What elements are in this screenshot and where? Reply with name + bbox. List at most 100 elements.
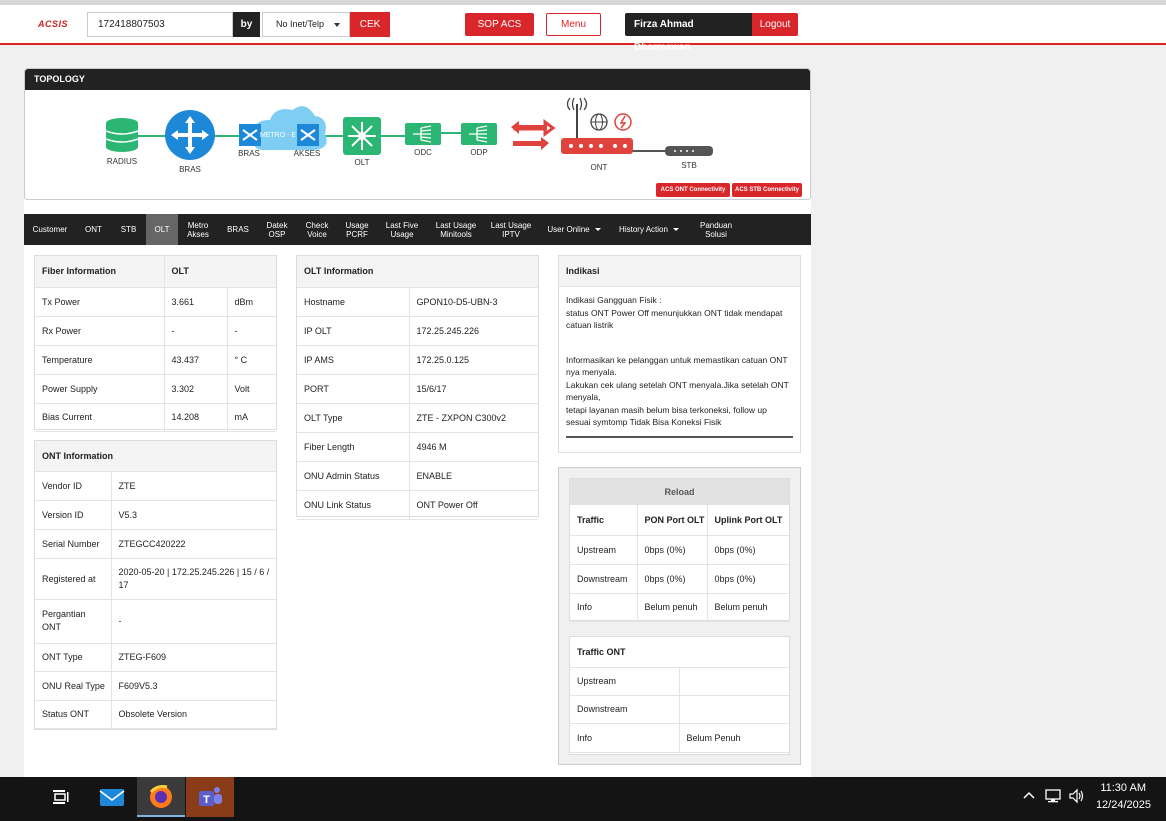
olt-information-panel: OLT Information Hostname GPON10-D5-UBN-3 …: [296, 255, 539, 520]
traffic-ont-value: [678, 667, 789, 696]
olt-value: ONT Power Off: [408, 490, 538, 520]
odp-label: ODP: [470, 148, 487, 157]
network-icon[interactable]: [1044, 789, 1062, 803]
tab-check-voice[interactable]: Check Voice: [296, 214, 338, 245]
table-row: ONU Real Type F609V5.3: [35, 671, 276, 701]
traffic-header: Uplink Port OLT: [706, 505, 789, 536]
tab-user-online[interactable]: User Online: [538, 214, 610, 245]
tab-olt[interactable]: OLT: [146, 214, 178, 245]
ont-label: ONT Type: [35, 643, 111, 672]
table-row: Temperature 43.437 ° C: [35, 345, 276, 375]
tab-customer[interactable]: Customer: [24, 214, 76, 245]
main-content: TOPOLOGY RADIUS BRAS METRO - E BRAS AKSE…: [24, 68, 811, 778]
traffic-ont-title: Traffic ONT: [570, 637, 789, 668]
table-row: PORT 15/6/17: [297, 374, 538, 404]
tab-last-usage-minitools-label: Last Usage Minitools: [435, 220, 477, 239]
traffic-label: Info: [570, 593, 637, 622]
clock-time[interactable]: 11:30 AM: [1100, 782, 1146, 794]
traffic-ont-label: Downstream: [570, 695, 679, 724]
ont-value: V5.3: [110, 500, 276, 530]
traffic-header: PON Port OLT: [636, 505, 707, 536]
olt-label: ONU Link Status: [297, 490, 409, 520]
volume-icon[interactable]: [1068, 788, 1086, 804]
clock-date[interactable]: 12/24/2025: [1096, 799, 1151, 811]
ont-information-panel: ONT Information Vendor ID ZTE Version ID V…: [34, 440, 277, 730]
fiber-label: Tx Power: [35, 287, 164, 317]
tab-last-usage-minitools[interactable]: Last Usage Minitools: [428, 214, 484, 245]
logout-button[interactable]: Logout: [752, 13, 798, 36]
ont-value: -: [110, 599, 276, 644]
tab-stb[interactable]: STB: [111, 214, 146, 245]
search-type-value: No Inet/Telp: [276, 19, 325, 29]
mail-icon[interactable]: [88, 777, 136, 817]
traffic-ont-box: Traffic ONT Upstream Downstream Info Belu…: [569, 636, 790, 755]
stb-label: STB: [681, 161, 697, 170]
tab-metro-akses[interactable]: Metro Akses: [178, 214, 218, 245]
olt-label: ONU Admin Status: [297, 461, 409, 491]
acs-stb-connectivity-button[interactable]: ACS STB Connectivity: [732, 183, 802, 197]
search-input[interactable]: [87, 12, 233, 37]
chevron-up-icon[interactable]: [1022, 789, 1036, 803]
table-row: ONU Admin Status ENABLE: [297, 461, 538, 491]
firefox-icon[interactable]: [137, 777, 185, 817]
olt-label: Fiber Length: [297, 432, 409, 462]
sop-acs-button[interactable]: SOP ACS: [465, 13, 534, 36]
tab-check-voice-label: Check Voice: [305, 220, 329, 239]
tab-bar: Customer ONT STB OLT Metro Akses BRAS Da…: [24, 214, 811, 245]
odc-label: ODC: [414, 148, 432, 157]
reload-button[interactable]: Reload: [570, 479, 789, 505]
table-row: IP AMS 172.25.0.125: [297, 345, 538, 375]
menu-button[interactable]: Menu: [546, 13, 601, 36]
tab-last-usage-iptv-label: Last Usage IPTV: [490, 220, 532, 239]
radius-label: RADIUS: [107, 157, 137, 166]
tab-panduan-solusi[interactable]: Panduan Solusi: [688, 214, 744, 245]
topology-panel: TOPOLOGY RADIUS BRAS METRO - E BRAS AKSE…: [24, 68, 811, 200]
ont-label: Version ID: [35, 500, 111, 530]
tab-history-action-label: History Action: [619, 225, 668, 234]
table-row: Rx Power - -: [35, 316, 276, 346]
tab-ont[interactable]: ONT: [76, 214, 111, 245]
metro-label: METRO - E: [260, 132, 296, 139]
fiber-info-title: Fiber Information: [35, 256, 164, 288]
ont-label: Pergantian ONT: [35, 599, 111, 644]
cek-button[interactable]: CEK: [350, 12, 390, 37]
olt-info-title: OLT Information: [297, 256, 538, 288]
tab-datek-osp[interactable]: Datek OSP: [258, 214, 296, 245]
ont-value: ZTEG-F609: [110, 643, 276, 672]
task-view-icon[interactable]: [36, 777, 84, 817]
olt-value: ZTE - ZXPON C300v2: [408, 403, 538, 433]
odp-icon: [461, 123, 497, 145]
ont-value: 2020-05-20 | 172.25.245.226 | 15 / 6 / 1…: [110, 558, 276, 600]
search-type-select[interactable]: No Inet/Telp: [262, 12, 350, 37]
app-logo[interactable]: ACSIS: [38, 19, 68, 29]
tab-bras[interactable]: BRAS: [218, 214, 258, 245]
indikasi-text: Lakukan cek ulang setelah ONT menyala.Ji…: [566, 379, 789, 403]
table-row: Serial Number ZTEGCC420222: [35, 529, 276, 559]
tab-last-usage-iptv[interactable]: Last Usage IPTV: [484, 214, 538, 245]
teams-icon[interactable]: T: [186, 777, 234, 817]
tab-last-five-usage-label: Last Five Usage: [385, 220, 419, 239]
traffic-header: Traffic: [570, 505, 637, 536]
divider: [566, 435, 793, 438]
acs-ont-connectivity-button[interactable]: ACS ONT Connectivity: [656, 183, 730, 197]
traffic-panel: Reload Traffic PON Port OLT Uplink Port …: [558, 467, 801, 765]
traffic-label: Downstream: [570, 564, 637, 594]
table-row: Vendor ID ZTE: [35, 471, 276, 501]
table-row: Hostname GPON10-D5-UBN-3: [297, 287, 538, 317]
user-name: Firza Ahmad Dharmawan: [625, 13, 752, 53]
os-taskbar: T 11:30 AM 12/24/2025: [0, 777, 1166, 821]
table-row: Downstream 0bps (0%) 0bps (0%): [570, 564, 789, 594]
indikasi-title: Indikasi: [559, 256, 800, 287]
table-row: OLT Type ZTE - ZXPON C300v2: [297, 403, 538, 433]
fiber-unit: ° C: [226, 345, 276, 375]
tab-usage-pcrf[interactable]: Usage PCRF: [338, 214, 376, 245]
fiber-info-olt-col: OLT: [163, 256, 276, 288]
olt-value: 4946 M: [408, 432, 538, 462]
tab-datek-osp-label: Datek OSP: [266, 220, 288, 239]
tab-last-five-usage[interactable]: Last Five Usage: [376, 214, 428, 245]
traffic-ont-label: Upstream: [570, 667, 679, 696]
fiber-unit: mA: [226, 403, 276, 432]
ont-value: F609V5.3: [110, 671, 276, 701]
tab-history-action[interactable]: History Action: [610, 214, 688, 245]
